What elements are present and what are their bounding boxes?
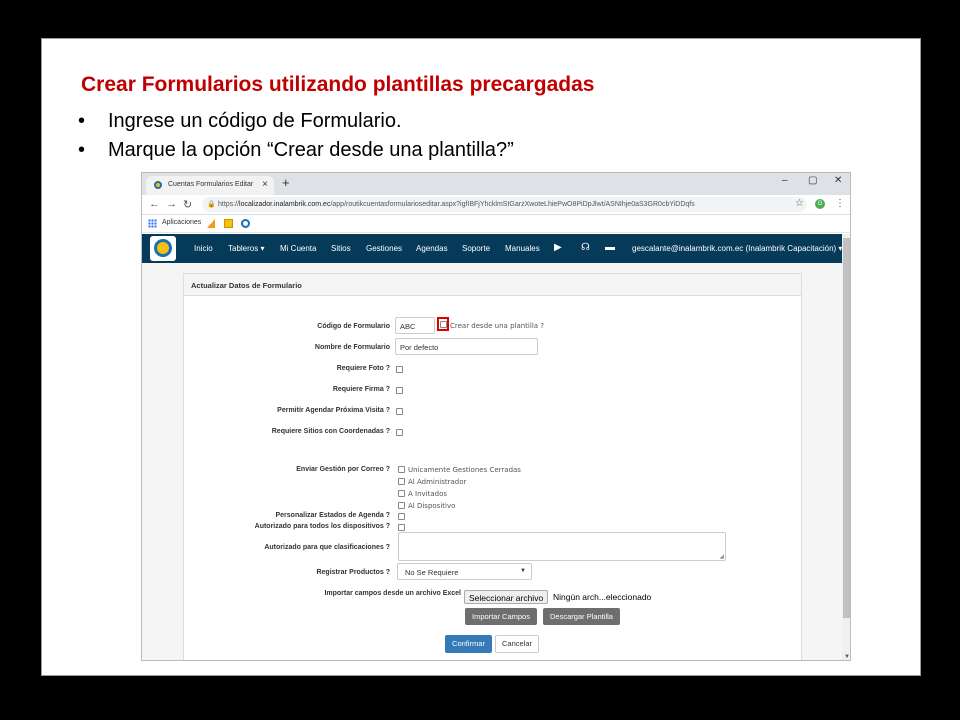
correo-option-label: Al Administrador — [408, 478, 467, 486]
close-window-icon[interactable]: ✕ — [834, 175, 842, 186]
apps-bookmark[interactable]: Aplicaciones — [162, 219, 201, 226]
forward-icon[interactable]: → — [166, 198, 177, 210]
browser-tab[interactable]: Cuentas Formularios Editar × — [146, 176, 274, 195]
slide: Crear Formularios utilizando plantillas … — [41, 38, 921, 676]
tab-close-icon[interactable]: × — [262, 179, 268, 190]
correo-option-checkbox[interactable] — [398, 466, 405, 473]
bookmark-triangle-icon[interactable] — [207, 219, 215, 228]
nombre-label: Nombre de Formulario — [314, 344, 390, 351]
agendar-label: Permitir Agendar Próxima Visita ? — [277, 407, 390, 414]
cancelar-button[interactable]: Cancelar — [495, 635, 539, 653]
importar-campos-button[interactable]: Importar Campos — [465, 608, 537, 625]
firma-checkbox[interactable] — [396, 387, 403, 394]
headset-icon[interactable]: ☊ — [581, 242, 590, 253]
maximize-icon[interactable]: ▢ — [808, 175, 817, 186]
productos-label: Registrar Productos ? — [316, 569, 390, 576]
codigo-input[interactable]: ABC — [395, 317, 435, 334]
panel-title: Actualizar Datos de Formulario — [184, 274, 801, 296]
clasificaciones-textarea[interactable]: ◢ — [398, 532, 726, 561]
url-path: /app/routikcuentasformularioseditar.aspx… — [330, 201, 695, 208]
confirmar-button[interactable]: Confirmar — [445, 635, 492, 653]
reload-icon[interactable]: ↻ — [183, 198, 192, 211]
bullet-glyph: • — [78, 139, 86, 161]
nav-inicio[interactable]: Inicio — [194, 244, 213, 253]
web-page: Inicio Tableros ▾ Mi Cuenta Sitios Gesti… — [142, 234, 842, 660]
correo-option-label: A Invitados — [408, 490, 448, 498]
correo-option-checkbox[interactable] — [398, 502, 405, 509]
slide-title: Crear Formularios utilizando plantillas … — [81, 73, 595, 96]
video-icon[interactable]: ▶ — [554, 242, 562, 253]
agendar-checkbox[interactable] — [396, 408, 403, 415]
highlight-box — [437, 317, 449, 331]
importar-label: Importar campos desde un archivo Excel — [324, 590, 461, 597]
correo-label: Enviar Gestión por Correo ? — [296, 466, 390, 473]
address-bar: ← → ↻ 🔒 https://localizador.inalambrik.co… — [142, 195, 850, 215]
bookmark-site-icon[interactable] — [241, 219, 250, 228]
user-menu[interactable]: gescalante@inalambrik.com.ec (Inalambrik… — [632, 244, 842, 253]
lock-icon: 🔒 — [207, 201, 216, 208]
bookmark-folder-icon[interactable] — [224, 219, 233, 228]
plantilla-label: Crear desde una plantilla ? — [450, 322, 544, 330]
browser-window: Cuentas Formularios Editar × + – ▢ ✕ ← →… — [141, 172, 851, 661]
dispositivos-checkbox[interactable] — [398, 524, 405, 531]
back-icon[interactable]: ← — [149, 198, 160, 210]
url-host: localizador.inalambrik.com.ec — [239, 201, 331, 208]
logo-icon — [154, 239, 172, 257]
app-logo[interactable] — [150, 236, 176, 261]
codigo-label: Código de Formulario — [317, 323, 390, 330]
nav-agendas[interactable]: Agendas — [416, 244, 448, 253]
minimize-icon[interactable]: – — [782, 175, 788, 186]
estados-label: Personalizar Estados de Agenda ? — [275, 512, 391, 519]
nombre-input[interactable]: Por defecto — [395, 338, 538, 355]
estados-checkbox[interactable] — [398, 513, 405, 520]
nav-mi-cuenta[interactable]: Mi Cuenta — [280, 244, 316, 253]
file-status: Ningún arch...eleccionado — [553, 592, 652, 602]
chat-icon[interactable]: ▬ — [605, 242, 615, 253]
firma-label: Requiere Firma ? — [332, 386, 390, 393]
productos-selected: No Se Requiere — [405, 568, 459, 577]
tab-title: Cuentas Formularios Editar — [168, 181, 254, 188]
productos-select[interactable]: No Se Requiere ▼ — [397, 563, 532, 580]
nav-soporte[interactable]: Soporte — [462, 244, 490, 253]
correo-option-checkbox[interactable] — [398, 478, 405, 485]
url-input[interactable]: 🔒 https://localizador.inalambrik.com.ec/a… — [202, 197, 807, 212]
site-favicon-icon — [154, 181, 162, 189]
bullet-glyph: • — [78, 110, 86, 132]
clasificaciones-label: Autorizado para que clasificaciones ? — [264, 544, 390, 551]
sitios-label: Requiere Sitios con Coordenadas ? — [271, 428, 390, 435]
bullet-item: • Marque la opción “Crear desde una plant… — [78, 136, 514, 165]
nav-tableros[interactable]: Tableros ▾ — [228, 244, 264, 253]
new-tab-button[interactable]: + — [282, 175, 290, 190]
url-prefix: https:// — [218, 201, 240, 208]
bullet-text: Marque la opción “Crear desde una planti… — [108, 139, 514, 161]
sitios-checkbox[interactable] — [396, 429, 403, 436]
descargar-plantilla-button[interactable]: Descargar Plantilla — [543, 608, 620, 625]
bookmarks-bar: Aplicaciones — [142, 215, 850, 233]
form-panel: Actualizar Datos de Formulario Código de… — [183, 273, 802, 660]
dispositivos-label: Autorizado para todos los dispositivos ? — [254, 523, 390, 530]
profile-avatar-icon[interactable]: G — [815, 199, 825, 209]
correo-option-label: Unicamente Gestiones Cerradas — [408, 466, 521, 474]
nav-gestiones[interactable]: Gestiones — [366, 244, 402, 253]
menu-kebab-icon[interactable]: ⋮ — [835, 198, 845, 209]
apps-grid-icon[interactable] — [148, 219, 157, 228]
nav-manuales[interactable]: Manuales — [505, 244, 540, 253]
tab-bar: Cuentas Formularios Editar × + – ▢ ✕ — [142, 173, 850, 195]
app-navbar: Inicio Tableros ▾ Mi Cuenta Sitios Gesti… — [142, 234, 842, 263]
foto-checkbox[interactable] — [396, 366, 403, 373]
scrollbar-thumb[interactable] — [843, 238, 850, 618]
scroll-down-icon[interactable]: ▼ — [844, 654, 850, 660]
bullet-item: • Ingrese un código de Formulario. — [78, 107, 514, 136]
correo-option-checkbox[interactable] — [398, 490, 405, 497]
resize-grip-icon[interactable]: ◢ — [719, 553, 724, 560]
correo-option-label: Al Dispositivo — [408, 502, 456, 510]
bullet-text: Ingrese un código de Formulario. — [108, 110, 402, 132]
bookmark-star-icon[interactable]: ☆ — [795, 198, 804, 209]
foto-label: Requiere Foto ? — [336, 365, 390, 372]
file-select-button[interactable]: Seleccionar archivo — [464, 590, 549, 604]
nav-sitios[interactable]: Sitios — [331, 244, 351, 253]
bullet-list: • Ingrese un código de Formulario. • Marqu… — [78, 107, 514, 165]
page-scrollbar[interactable]: ▼ — [842, 234, 850, 660]
chevron-down-icon: ▼ — [520, 568, 526, 574]
